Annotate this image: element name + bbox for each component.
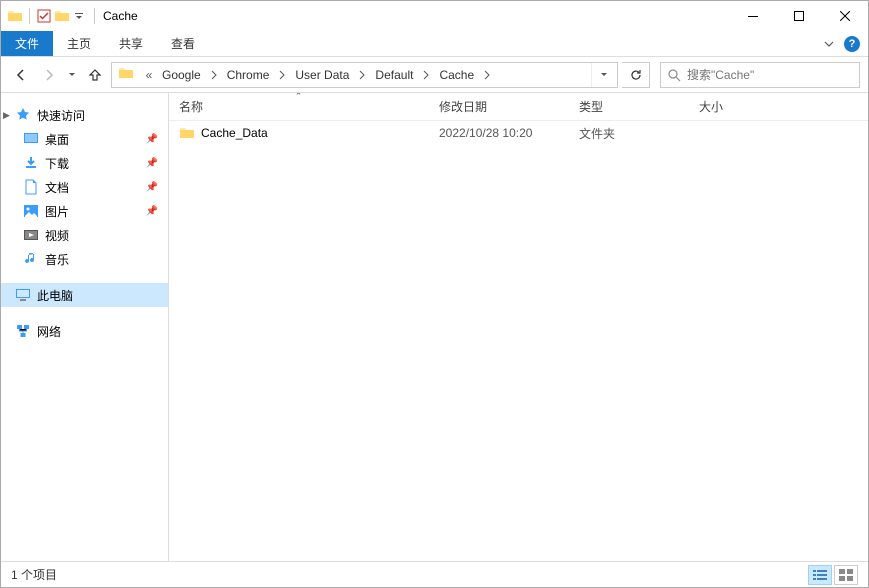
address-folder-icon — [118, 65, 138, 85]
documents-icon — [23, 179, 39, 195]
breadcrumb-chevron-icon[interactable] — [275, 63, 289, 87]
file-type: 文件夹 — [569, 125, 689, 142]
search-box[interactable] — [660, 62, 860, 88]
details-view-button[interactable] — [808, 565, 832, 585]
column-label: 大小 — [699, 98, 723, 115]
breadcrumb-segment[interactable]: Chrome — [221, 63, 276, 87]
pin-icon: 📌 — [146, 182, 158, 193]
sidebar-item-label: 快速访问 — [37, 107, 85, 124]
tab-home[interactable]: 主页 — [53, 31, 105, 56]
pin-icon: 📌 — [146, 206, 158, 217]
sidebar-item-downloads[interactable]: 下载 📌 — [1, 151, 168, 175]
forward-button[interactable] — [37, 63, 61, 87]
column-label: 修改日期 — [439, 98, 487, 115]
back-button[interactable] — [9, 63, 33, 87]
thumbnails-view-button[interactable] — [834, 565, 858, 585]
search-icon — [667, 68, 681, 82]
ribbon-collapse-icon[interactable] — [824, 39, 834, 49]
file-list-pane: 名称 ⌃ 修改日期 类型 大小 Cache_Data 2022/10/28 10… — [169, 93, 868, 561]
sidebar-item-label: 音乐 — [45, 251, 69, 268]
tab-share[interactable]: 共享 — [105, 31, 157, 56]
minimize-button[interactable] — [730, 1, 776, 31]
item-count: 1 个项目 — [11, 566, 57, 583]
tab-view[interactable]: 查看 — [157, 31, 209, 56]
search-input[interactable] — [687, 68, 853, 82]
sidebar-network[interactable]: 网络 — [1, 319, 168, 343]
address-bar[interactable]: « Google Chrome User Data Default Cache — [111, 62, 618, 88]
pin-icon: 📌 — [146, 158, 158, 169]
breadcrumb-segment[interactable]: Default — [369, 63, 419, 87]
this-pc-icon — [15, 287, 31, 303]
sidebar-item-pictures[interactable]: 图片 📌 — [1, 199, 168, 223]
pin-icon: 📌 — [146, 134, 158, 145]
column-size[interactable]: 大小 — [689, 93, 769, 120]
file-modified: 2022/10/28 10:20 — [429, 126, 569, 140]
column-type[interactable]: 类型 — [569, 93, 689, 120]
sidebar-item-label: 视频 — [45, 227, 69, 244]
maximize-button[interactable] — [776, 1, 822, 31]
network-icon — [15, 323, 31, 339]
desktop-icon — [23, 131, 39, 147]
column-headers: 名称 ⌃ 修改日期 类型 大小 — [169, 93, 868, 121]
quick-access-icon — [15, 107, 31, 123]
close-button[interactable] — [822, 1, 868, 31]
expand-icon[interactable]: ▶ — [3, 110, 10, 121]
breadcrumb-chevron-icon[interactable] — [355, 63, 369, 87]
column-name[interactable]: 名称 ⌃ — [169, 93, 429, 120]
file-row[interactable]: Cache_Data 2022/10/28 10:20 文件夹 — [169, 121, 868, 145]
address-dropdown-icon[interactable] — [591, 63, 615, 87]
sidebar-item-desktop[interactable]: 桌面 📌 — [1, 127, 168, 151]
downloads-icon — [23, 155, 39, 171]
sidebar-item-label: 此电脑 — [37, 287, 73, 304]
navigation-bar: « Google Chrome User Data Default Cache — [1, 57, 868, 93]
breadcrumb-segment[interactable]: Google — [156, 63, 207, 87]
title-bar: Cache — [1, 1, 868, 31]
breadcrumb-segment[interactable]: Cache — [433, 63, 480, 87]
status-bar: 1 个项目 — [1, 561, 868, 587]
breadcrumb-chevron-icon[interactable] — [480, 63, 494, 87]
qat-folder-icon[interactable] — [54, 8, 70, 24]
column-label: 名称 — [179, 98, 203, 115]
qat-properties-icon[interactable] — [36, 8, 52, 24]
pictures-icon — [23, 203, 39, 219]
help-icon[interactable]: ? — [844, 36, 860, 52]
breadcrumb-chevron-icon[interactable] — [207, 63, 221, 87]
folder-icon — [179, 125, 195, 141]
column-label: 类型 — [579, 98, 603, 115]
sidebar-quick-access[interactable]: ▶ 快速访问 — [1, 103, 168, 127]
sidebar-item-label: 网络 — [37, 323, 61, 340]
sidebar-item-videos[interactable]: 视频 — [1, 223, 168, 247]
sort-indicator-icon: ⌃ — [295, 93, 303, 102]
breadcrumb-chevron-icon[interactable] — [419, 63, 433, 87]
sidebar-item-documents[interactable]: 文档 📌 — [1, 175, 168, 199]
navigation-pane: ▶ 快速访问 桌面 📌 下载 📌 文档 📌 图片 — [1, 93, 169, 561]
breadcrumb-overflow[interactable]: « — [142, 63, 156, 87]
column-modified[interactable]: 修改日期 — [429, 93, 569, 120]
sidebar-item-music[interactable]: 音乐 — [1, 247, 168, 271]
sidebar-item-label: 图片 — [45, 203, 69, 220]
app-icon — [7, 8, 23, 24]
refresh-button[interactable] — [622, 62, 650, 88]
qat-dropdown-icon[interactable] — [72, 9, 86, 23]
tab-file[interactable]: 文件 — [1, 31, 53, 56]
music-icon — [23, 251, 39, 267]
videos-icon — [23, 227, 39, 243]
window-title: Cache — [101, 9, 730, 23]
sidebar-this-pc[interactable]: 此电脑 — [1, 283, 168, 307]
sidebar-item-label: 下载 — [45, 155, 69, 172]
sidebar-item-label: 文档 — [45, 179, 69, 196]
file-name: Cache_Data — [201, 126, 268, 140]
breadcrumb-segment[interactable]: User Data — [289, 63, 355, 87]
history-dropdown-icon[interactable] — [65, 71, 79, 79]
file-rows: Cache_Data 2022/10/28 10:20 文件夹 — [169, 121, 868, 561]
sidebar-item-label: 桌面 — [45, 131, 69, 148]
up-button[interactable] — [83, 63, 107, 87]
ribbon-tabs: 文件 主页 共享 查看 ? — [1, 31, 868, 57]
